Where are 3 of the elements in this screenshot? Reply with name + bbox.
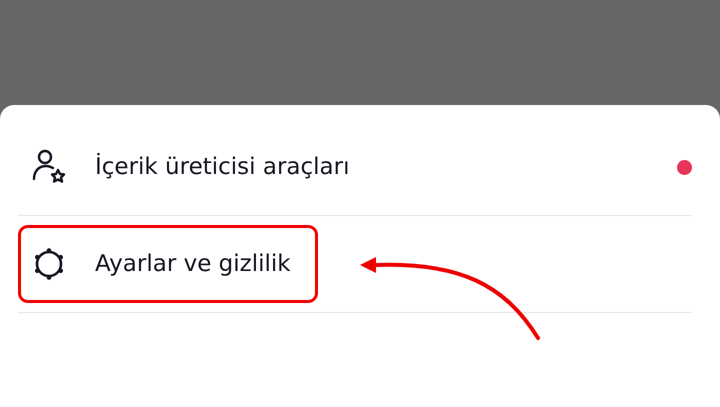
menu-item[interactable]: Ayarlar ve gizlilik: [18, 225, 318, 303]
menu-item[interactable]: İçerik üreticisi araçları: [18, 128, 376, 206]
user-star-icon: [31, 149, 67, 185]
